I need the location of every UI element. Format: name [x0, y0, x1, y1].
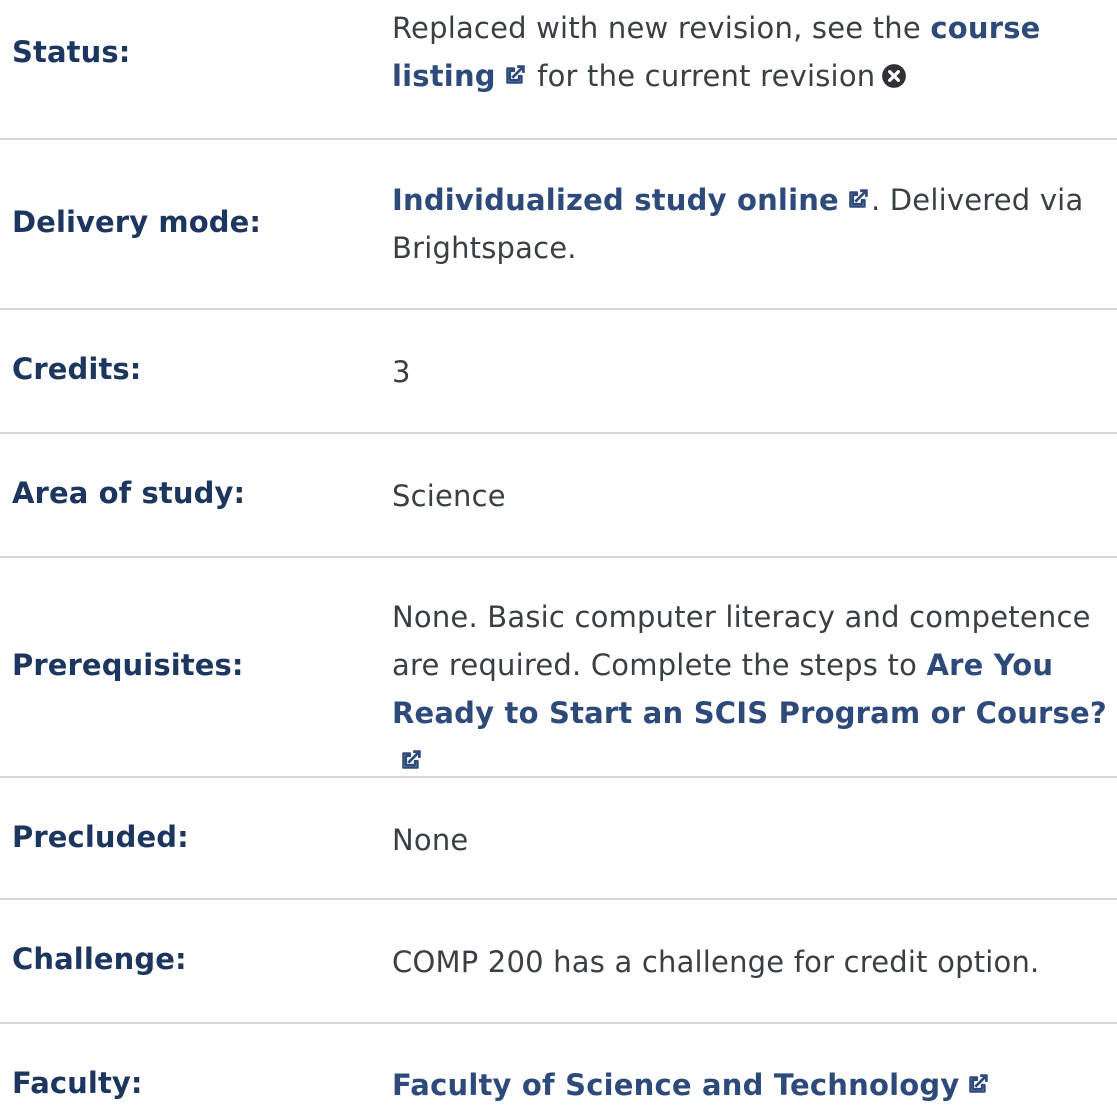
row-faculty: Faculty: Faculty of Science and Technolo…: [0, 1024, 1117, 1102]
precluded-value: None: [392, 823, 469, 857]
status-text-prefix: Replaced with new revision, see the: [392, 11, 931, 45]
times-circle-icon: [882, 64, 907, 88]
row-credits: Credits: 3: [0, 310, 1117, 434]
delivery-mode-label: Delivery mode:: [12, 205, 262, 239]
credits-value: 3: [392, 355, 411, 389]
area-of-study-label: Area of study:: [12, 476, 246, 510]
challenge-value: COMP 200 has a challenge for credit opti…: [392, 945, 1040, 979]
credits-label: Credits:: [12, 352, 142, 386]
prerequisites-value: None. Basic computer literacy and compet…: [392, 593, 1117, 785]
prerequisites-label: Prerequisites:: [12, 648, 244, 682]
precluded-label: Precluded:: [12, 820, 189, 854]
status-text-suffix: for the current revision: [527, 59, 876, 93]
faculty-link[interactable]: Faculty of Science and Technology: [392, 1068, 959, 1102]
area-of-study-value: Science: [392, 479, 506, 513]
external-link-icon[interactable]: [965, 1071, 991, 1097]
faculty-label: Faculty:: [12, 1066, 143, 1100]
challenge-label: Challenge:: [12, 942, 187, 976]
row-delivery-mode: Delivery mode: Individualized study onli…: [0, 140, 1117, 310]
external-link-icon[interactable]: [845, 186, 871, 212]
row-challenge: Challenge: COMP 200 has a challenge for …: [0, 900, 1117, 1024]
row-area-of-study: Area of study: Science: [0, 434, 1117, 558]
status-value: Replaced with new revision, see the cour…: [392, 4, 1117, 100]
external-link-icon[interactable]: [502, 62, 528, 88]
row-precluded: Precluded: None: [0, 778, 1117, 900]
individualized-study-link[interactable]: Individualized study online: [392, 183, 839, 217]
row-prerequisites: Prerequisites: None. Basic computer lite…: [0, 558, 1117, 778]
row-status: Status: Replaced with new revision, see …: [0, 0, 1117, 140]
delivery-mode-value: Individualized study online. Delivered v…: [392, 176, 1117, 272]
external-link-icon[interactable]: [398, 747, 424, 773]
faculty-value: Faculty of Science and Technology: [392, 1061, 1117, 1109]
status-label: Status:: [12, 35, 131, 69]
